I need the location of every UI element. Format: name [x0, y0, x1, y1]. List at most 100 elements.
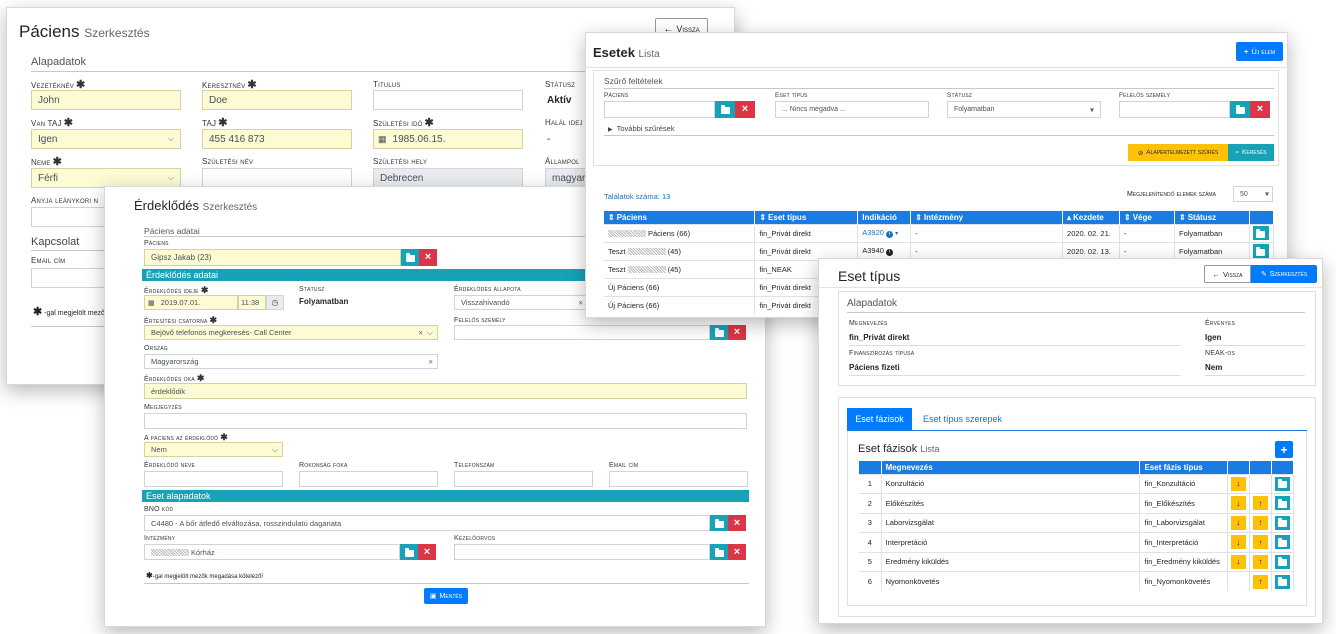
- erdeklodo-neve-field[interactable]: [144, 471, 283, 487]
- szuletesi-ido-field[interactable]: ▦ 1985.06.15.: [373, 129, 523, 149]
- back-button[interactable]: ← Vissza: [1204, 265, 1251, 283]
- erdeklodes-date[interactable]: ▦ 2019.07.01.: [144, 295, 238, 310]
- list-item[interactable]: 1 Konzultáció fin_Konzultáció ↓: [859, 473, 1295, 494]
- move-down-button[interactable]: ↓: [1230, 496, 1246, 511]
- clear-felelos-button[interactable]: ×: [728, 325, 746, 340]
- edit-button[interactable]: ✎ Szerkesztés: [1251, 265, 1317, 283]
- add-phase-button[interactable]: +: [1275, 441, 1293, 458]
- move-up-button[interactable]: ↑: [1252, 574, 1268, 589]
- telefon-field[interactable]: [454, 471, 593, 487]
- folder-icon: [1235, 105, 1245, 114]
- felelos-field[interactable]: [454, 325, 710, 340]
- email-field[interactable]: [31, 268, 111, 288]
- open-row-button[interactable]: [1252, 244, 1269, 258]
- szuletesi-nev-field[interactable]: [202, 168, 352, 188]
- van-taj-select[interactable]: Igen ⌵: [31, 129, 181, 149]
- erdeklodes-time[interactable]: 11:38: [238, 295, 266, 310]
- col-vege[interactable]: ⇕ Vége: [1119, 211, 1175, 224]
- move-down-button[interactable]: ↓: [1230, 535, 1246, 550]
- list-item[interactable]: 2 Előkészítés fin_Előkészítés ↓ ↑: [859, 493, 1295, 513]
- open-phase-button[interactable]: [1274, 496, 1290, 511]
- open-phase-button[interactable]: [1274, 535, 1290, 550]
- folder-icon: [1256, 246, 1266, 256]
- col-esettipus[interactable]: ⇕ Eset típus: [754, 211, 859, 224]
- search-button[interactable]: ⌕ Keresés: [1228, 144, 1274, 161]
- list-item[interactable]: 3 Laborvizsgálat fin_Laborvizsgálat ↓ ↑: [859, 512, 1295, 533]
- megjegyzes-field[interactable]: [144, 413, 747, 429]
- list-item[interactable]: 6 Nyomonkövetés fin_Nyomonkövetés ↑: [859, 571, 1295, 591]
- col-indikacio[interactable]: Indikáció: [857, 211, 912, 224]
- clear-paciens-button[interactable]: ×: [419, 249, 437, 266]
- col-intezmeny[interactable]: ⇕ Intézmény: [910, 211, 1064, 224]
- open-phase-button[interactable]: [1274, 515, 1290, 530]
- kezeloorvos-field[interactable]: [454, 544, 710, 560]
- filter-statusz-select[interactable]: Folyamatban ▾: [947, 101, 1101, 118]
- open-row-button[interactable]: [1252, 226, 1269, 240]
- more-filters-toggle[interactable]: ▶ További szűrések: [608, 124, 675, 133]
- save-button[interactable]: ▣ Mentés: [424, 588, 468, 604]
- new-item-button[interactable]: + Új elem: [1236, 42, 1283, 61]
- col-statusz[interactable]: ⇕ Státusz: [1174, 211, 1250, 224]
- titulus-field[interactable]: [373, 90, 523, 110]
- clock-button[interactable]: ◷: [266, 295, 284, 310]
- select-felelos-button[interactable]: [710, 325, 728, 340]
- rokonsag-field[interactable]: [299, 471, 438, 487]
- open-phase-button[interactable]: [1274, 574, 1290, 589]
- open-phase-button[interactable]: [1274, 476, 1290, 491]
- select-kezeloorvos-button[interactable]: [710, 544, 728, 560]
- vezeteknev-field[interactable]: John: [31, 90, 181, 110]
- email-field[interactable]: [609, 471, 748, 487]
- move-up-button[interactable]: ↑: [1252, 554, 1268, 569]
- az-erdeklodo-select[interactable]: Nem ⌵: [144, 442, 283, 457]
- clear-intezmeny-button[interactable]: ×: [418, 544, 436, 560]
- clear-felelos-button[interactable]: ×: [1250, 101, 1270, 118]
- folder-icon: [714, 518, 724, 528]
- move-up-button[interactable]: ↑: [1252, 496, 1268, 511]
- filter-esettipus-select[interactable]: ... Nincs megadva ...: [775, 101, 929, 118]
- filter-paciens-field[interactable]: [604, 101, 715, 118]
- select-bno-button[interactable]: [710, 515, 728, 531]
- select-paciens-button[interactable]: [715, 101, 735, 118]
- tab-eset-fazisok[interactable]: Eset fázisok: [847, 408, 912, 430]
- csatorna-select[interactable]: Bejövő telefonos megkeresés- Call Center…: [144, 325, 438, 340]
- clear-bno-button[interactable]: ×: [728, 515, 746, 531]
- allapota-select[interactable]: Visszahívandó ×: [454, 295, 588, 310]
- table-row[interactable]: Páciens (66) fin_Privát direkt A3920 i ▾…: [604, 223, 1275, 242]
- select-intezmeny-button[interactable]: [400, 544, 418, 560]
- szuletesi-hely-field[interactable]: Debrecen: [373, 168, 523, 188]
- move-up-button[interactable]: ↑: [1252, 515, 1268, 530]
- section-title: Alapadatok: [847, 298, 898, 309]
- neme-select[interactable]: Férfi ⌵: [31, 168, 181, 188]
- folder-icon: [1277, 577, 1287, 586]
- orszag-select[interactable]: Magyarország ×: [144, 354, 438, 369]
- default-filter-button[interactable]: ⊘ Alapértelmezett szűrés: [1128, 144, 1228, 161]
- tab-eset-tipus-szerepek[interactable]: Eset típus szerepek: [923, 414, 1002, 424]
- clear-paciens-button[interactable]: ×: [735, 101, 755, 118]
- open-phase-button[interactable]: [1274, 554, 1290, 569]
- caret-down-icon: ▾: [1264, 189, 1269, 199]
- anyja-neve-field[interactable]: [31, 207, 111, 227]
- intezmeny-field[interactable]: Kórház: [144, 544, 400, 560]
- paciens-field[interactable]: Gipsz Jakab (23): [144, 249, 401, 266]
- select-paciens-button[interactable]: [401, 249, 419, 266]
- oka-field[interactable]: érdeklődik: [144, 383, 747, 399]
- keresztnev-field[interactable]: Doe: [202, 90, 352, 110]
- bno-field[interactable]: C4480 - A bőr átfedő elváltozása, rosszi…: [144, 515, 710, 531]
- taj-field[interactable]: 455 416 873: [202, 129, 352, 149]
- move-up-button[interactable]: ↑: [1252, 535, 1268, 550]
- move-down-button[interactable]: ↓: [1230, 515, 1246, 530]
- filter-felelos-field[interactable]: [1119, 101, 1230, 118]
- col-kezdete[interactable]: ▴ Kezdete: [1062, 211, 1121, 224]
- move-down-button[interactable]: ↓: [1230, 554, 1246, 569]
- list-item[interactable]: 5 Eredmény kiküldés fin_Eredmény kiküldé…: [859, 551, 1295, 572]
- per-page-select[interactable]: 50 ▾: [1233, 186, 1273, 202]
- col-paciens[interactable]: ⇕ Páciens: [604, 211, 756, 224]
- cell-megnevezes: Konzultáció: [881, 473, 1141, 494]
- move-down-button[interactable]: ↓: [1230, 476, 1246, 491]
- list-item[interactable]: 4 Interpretáció fin_Interpretáció ↓ ↑: [859, 532, 1295, 552]
- clear-kezeloorvos-button[interactable]: ×: [728, 544, 746, 560]
- row-number: 2: [859, 493, 882, 513]
- required-footnote: ✱-gal megjelölt mezők megadása kötelező!: [146, 571, 264, 580]
- info-icon: i: [886, 231, 893, 238]
- select-felelos-button[interactable]: [1230, 101, 1250, 118]
